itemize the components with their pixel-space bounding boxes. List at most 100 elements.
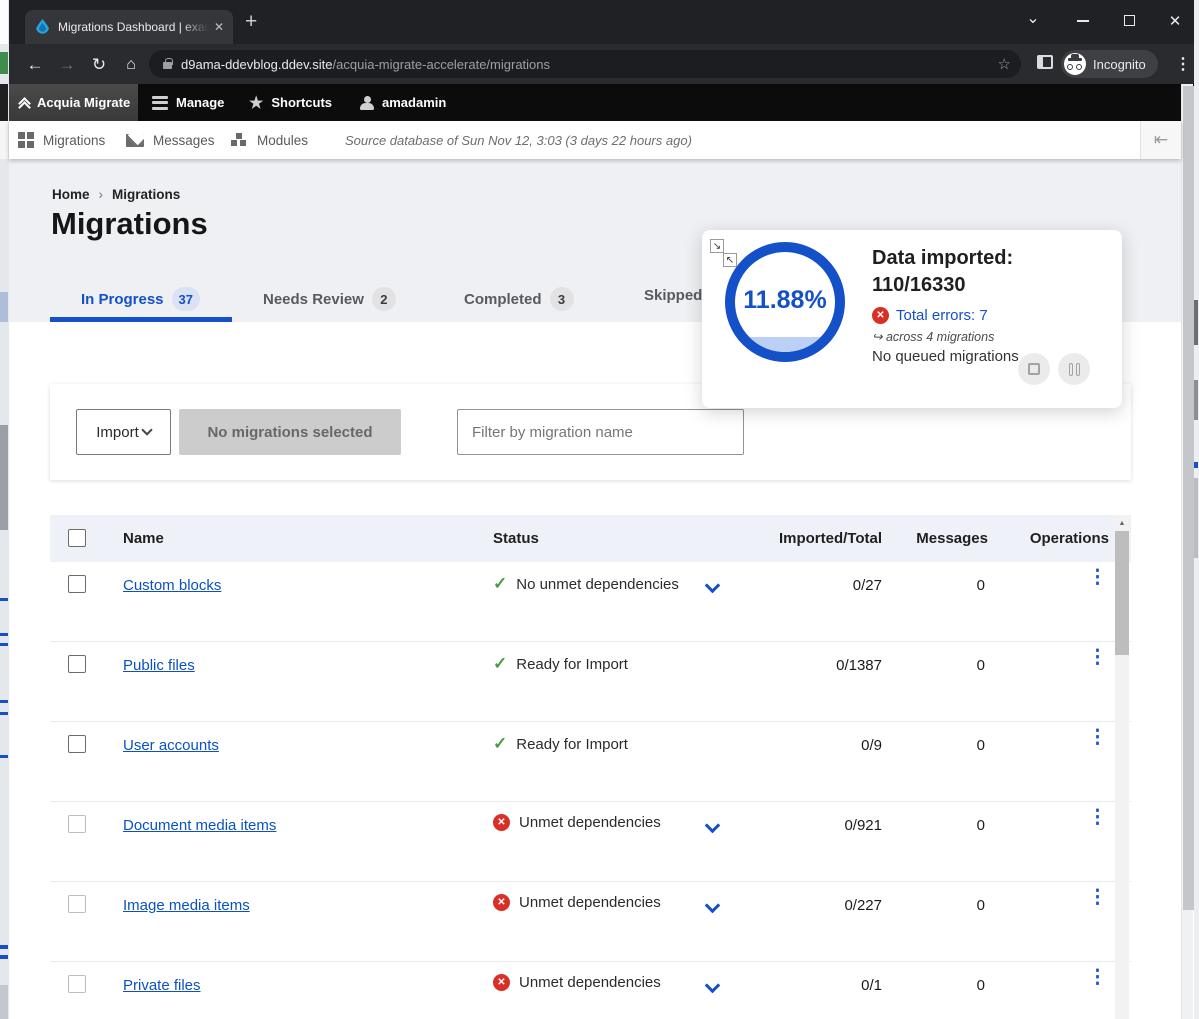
table-row: Public files ✓ ✕ Ready for Import 0/1387… [50,642,1131,722]
messages-count: 0 [925,977,985,994]
browser-tab-strip: Migrations Dashboard | example ✕ + ⌄ ✕ [9,0,1194,44]
migration-name-link[interactable]: User accounts [123,737,219,754]
nav-messages[interactable]: Messages [126,121,215,159]
incognito-icon [1064,53,1086,75]
secondary-toolbar: Migrations Messages Modules Source datab… [9,121,1181,159]
breadcrumb: Home›Migrations [52,187,180,202]
nav-migrations[interactable]: Migrations [18,121,105,159]
kebab-menu-icon[interactable]: ⋮ [1088,813,1102,822]
window-chevron-icon[interactable]: ⌄ [1023,8,1043,28]
tab-title: Migrations Dashboard | example [58,20,208,34]
chevron-down-icon[interactable] [705,898,721,914]
row-checkbox[interactable] [68,895,86,913]
page-title: Migrations [51,206,208,242]
filter-input[interactable] [457,409,744,455]
breadcrumb-current: Migrations [112,187,180,202]
messages-count: 0 [925,657,985,674]
admin-shortcuts[interactable]: ★ Shortcuts [249,84,332,121]
browser-toolbar: ← → ↻ ⌂ d9ama-ddevblog.ddev.site/acquia-… [9,44,1194,84]
admin-user[interactable]: amadamin [360,84,446,121]
row-checkbox[interactable] [68,815,86,833]
collapse-left-icon: ⇤ [1154,130,1168,149]
hamburger-icon [152,93,168,112]
url-text: d9ama-ddevblog.ddev.site/acquia-migrate-… [181,57,550,72]
envelope-icon [126,134,144,147]
admin-manage[interactable]: Manage [152,84,224,121]
toolbar-collapse-button[interactable]: ⇤ [1140,121,1181,159]
home-button[interactable]: ⌂ [119,53,143,77]
migration-name-link[interactable]: Image media items [123,897,250,914]
messages-count: 0 [925,897,985,914]
status-error-icon: ✕ [493,894,510,911]
row-checkbox[interactable] [68,735,86,753]
chevron-down-icon[interactable] [705,818,721,834]
kebab-menu-icon[interactable]: ⋮ [1088,573,1102,582]
breadcrumb-home[interactable]: Home [52,187,90,202]
migration-name-link[interactable]: Public files [123,657,195,674]
migration-name-link[interactable]: Custom blocks [123,577,221,594]
row-checkbox[interactable] [68,975,86,993]
browser-tab[interactable]: Migrations Dashboard | example ✕ [25,10,233,44]
shortcuts-star-icon: ★ [249,93,263,113]
table-body: Custom blocks ✓ ✕ No unmet dependencies … [50,562,1131,1019]
tab-skipped[interactable]: Skipped [644,287,702,304]
window-maximize-button[interactable] [1119,12,1139,26]
reload-button[interactable]: ↻ [87,53,111,77]
status-error-icon: ✕ [493,974,510,991]
messages-count: 0 [925,577,985,594]
messages-count: 0 [925,737,985,754]
table-row: User accounts ✓ ✕ Ready for Import 0/9 0… [50,722,1131,802]
header-operations: Operations [1019,515,1109,562]
incognito-label: Incognito [1093,57,1146,72]
select-all-checkbox[interactable] [68,529,86,547]
kebab-menu-icon[interactable]: ⋮ [1088,973,1102,982]
table-row: Image media items ✓ ✕ Unmet dependencies… [50,882,1131,962]
pause-button[interactable] [1058,353,1090,385]
tab-close-icon[interactable]: ✕ [214,20,224,34]
tab-count-badge: 37 [172,287,200,311]
browser-scrollbar-thumb[interactable] [1183,86,1194,910]
status-cell: ✓ ✕ Unmet dependencies [493,894,661,911]
tab-needs-review[interactable]: Needs Review2 [263,287,396,311]
window-close-button[interactable]: ✕ [1165,12,1185,30]
status-cell: ✓ ✕ Ready for Import [493,654,628,674]
window-minimize-button[interactable] [1073,12,1093,22]
back-button[interactable]: ← [23,53,47,77]
scroll-up-arrow-icon[interactable]: ▲ [1115,515,1129,531]
modules-icon [230,132,248,148]
row-checkbox[interactable] [68,655,86,673]
migration-name-link[interactable]: Document media items [123,817,276,834]
chevron-down-icon [141,424,152,435]
resize-cursor-icon: ↘ [710,239,724,253]
imported-total-value: 0/1387 [762,657,882,674]
no-migrations-selected-button[interactable]: No migrations selected [179,409,401,455]
migration-name-link[interactable]: Private files [123,977,201,994]
forward-button[interactable]: → [55,53,79,77]
total-errors-link[interactable]: Total errors: 7 [896,307,988,324]
tab-completed[interactable]: Completed3 [464,287,574,311]
header-name: Name [123,515,164,562]
browser-scrollbar[interactable] [1181,84,1193,1019]
acquia-migrate-brand[interactable]: Acquia Migrate [9,84,138,121]
stop-button[interactable] [1018,353,1050,385]
tab-in-progress[interactable]: In Progress37 [81,287,200,311]
kebab-menu-icon[interactable]: ⋮ [1088,893,1102,902]
side-panel-icon[interactable] [1037,55,1053,69]
new-tab-button[interactable]: + [245,10,257,34]
table-scrollbar[interactable]: ▲ [1115,515,1129,1019]
chevron-down-icon[interactable] [705,578,721,594]
kebab-menu-icon[interactable]: ⋮ [1088,653,1102,662]
table-row: Document media items ✓ ✕ Unmet dependenc… [50,802,1131,882]
import-dropdown-button[interactable]: Import [76,409,171,455]
progress-ring-fill [735,337,835,352]
nav-modules[interactable]: Modules [230,121,308,159]
address-bar[interactable]: d9ama-ddevblog.ddev.site/acquia-migrate-… [149,50,1021,78]
browser-menu-icon[interactable]: ⋮ [1175,54,1191,74]
table-scrollbar-thumb[interactable] [1115,531,1129,655]
kebab-menu-icon[interactable]: ⋮ [1088,733,1102,742]
chevron-down-icon[interactable] [705,978,721,994]
row-checkbox[interactable] [68,575,86,593]
bookmark-star-icon[interactable]: ☆ [998,55,1011,73]
table-row: Custom blocks ✓ ✕ No unmet dependencies … [50,562,1131,642]
total-errors-row: ✕ Total errors: 7 [872,307,988,324]
